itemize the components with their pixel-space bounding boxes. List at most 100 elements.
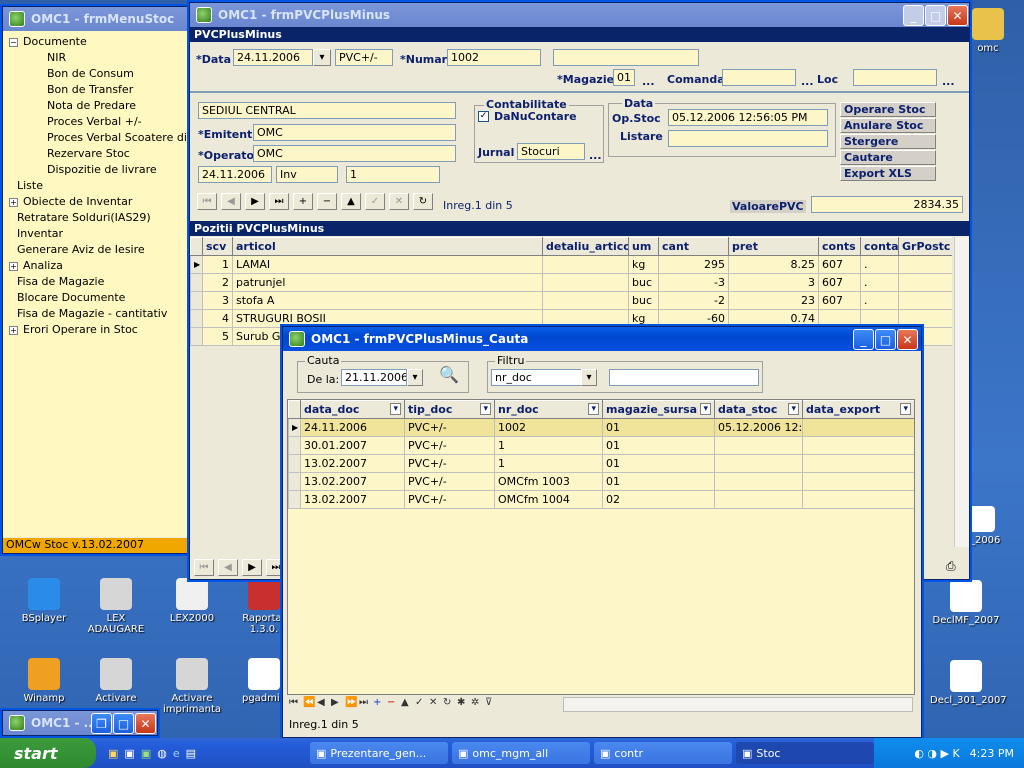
comanda-ellipsis[interactable]: ... <box>801 75 814 88</box>
table-cell[interactable]: STRUGURI BOSII <box>232 309 543 328</box>
close-button[interactable]: ✕ <box>135 713 156 734</box>
network-icon[interactable]: ◍ <box>157 747 167 760</box>
tree-item[interactable]: Bon de Consum <box>3 66 187 82</box>
restore-button[interactable]: ❐ <box>91 713 112 734</box>
row-selector[interactable] <box>288 454 301 473</box>
tree-item[interactable]: + Analiza <box>3 258 187 274</box>
desktop-icon[interactable]: ▤ <box>186 747 196 760</box>
tree-item[interactable]: Bon de Transfer <box>3 82 187 98</box>
maximize-button[interactable]: □ <box>113 713 134 734</box>
nav-button[interactable]: ▶ <box>242 559 262 576</box>
taskbar-item[interactable]: ▣ Prezentare_gen... <box>310 742 448 764</box>
row-selector[interactable] <box>190 327 203 346</box>
op-button[interactable]: Operare Stoc <box>840 102 936 117</box>
table-cell[interactable] <box>714 472 803 491</box>
table-cell[interactable]: 5 <box>202 327 233 346</box>
table-cell[interactable]: 01 <box>602 418 715 437</box>
table-cell[interactable] <box>802 436 914 455</box>
emitent-field[interactable]: OMC <box>253 124 456 141</box>
row-selector[interactable] <box>190 273 203 292</box>
maximize-button[interactable]: □ <box>875 329 896 350</box>
row-selector[interactable] <box>190 291 203 310</box>
table-cell[interactable]: PVC+/- <box>404 490 495 509</box>
opstoc-field[interactable]: 05.12.2006 12:56:05 PM <box>668 109 828 126</box>
nav-button[interactable]: ▶ <box>245 193 265 210</box>
table-cell[interactable]: 24.11.2006 <box>300 418 405 437</box>
desktop-icon-decl301[interactable]: Decl_301_2007 <box>930 660 1007 706</box>
dropdown-icon[interactable]: ▾ <box>588 403 599 415</box>
table-cell[interactable]: -60 <box>658 309 729 328</box>
grid-scrollbar[interactable] <box>954 237 969 547</box>
table-cell[interactable]: kg <box>628 309 659 328</box>
nav-button[interactable]: ⊽ <box>485 697 492 708</box>
nav-button[interactable]: ⏭ <box>359 697 368 708</box>
nav-button[interactable]: − <box>317 193 337 210</box>
tree-item[interactable]: Nota de Predare <box>3 98 187 114</box>
nav-button[interactable]: ⏪ <box>303 697 315 708</box>
table-cell[interactable]: PVC+/- <box>404 418 495 437</box>
tree-item[interactable]: Liste <box>3 178 187 194</box>
column-header[interactable]: data_doc ▾ <box>300 400 405 419</box>
close-button[interactable]: ✕ <box>897 329 918 350</box>
table-cell[interactable] <box>714 436 803 455</box>
expand-icon[interactable]: + <box>9 326 18 335</box>
close-button[interactable]: ✕ <box>947 5 968 26</box>
row-selector[interactable] <box>288 490 301 509</box>
table-cell[interactable]: 02 <box>602 490 715 509</box>
minimized-window[interactable]: OMC1 - ... ❐ □ ✕ <box>2 710 158 736</box>
table-row[interactable]: 2 patrunjel buc -3 3 607. <box>190 273 952 292</box>
table-cell[interactable]: OMCfm 1004 <box>494 490 603 509</box>
desktop-icon[interactable]: Activare <box>80 658 152 704</box>
app-icon[interactable]: ▣ <box>141 747 151 760</box>
table-cell[interactable] <box>818 309 861 328</box>
table-cell[interactable] <box>714 454 803 473</box>
minimize-button[interactable]: _ <box>853 329 874 350</box>
magazie-field[interactable]: 01 <box>613 69 635 86</box>
table-cell[interactable] <box>802 490 914 509</box>
table-cell[interactable]: 1002 <box>494 418 603 437</box>
column-header[interactable]: pret <box>728 237 819 256</box>
listare-field[interactable] <box>668 130 828 147</box>
nav-button[interactable]: ✓ <box>415 697 423 708</box>
nav-button[interactable]: ▶ <box>331 697 339 708</box>
magazie-ellipsis[interactable]: ... <box>642 75 655 88</box>
tree-item[interactable]: Inventar <box>3 226 187 242</box>
column-header[interactable]: detaliu_articol <box>542 237 629 256</box>
table-cell[interactable]: 4 <box>202 309 233 328</box>
tree-item[interactable]: Proces Verbal Scoatere din U <box>3 130 205 146</box>
table-cell[interactable]: buc <box>628 273 659 292</box>
table-cell[interactable]: 2 <box>202 273 233 292</box>
desktop-icon[interactable]: Activare imprimanta <box>156 658 228 715</box>
tray-icons[interactable]: ◐ ◑ ▶ K <box>914 747 959 760</box>
tree-item[interactable]: Fisa de Magazie - cantitativ <box>3 306 187 322</box>
dropdown-icon[interactable]: ▾ <box>788 403 799 415</box>
nav-button[interactable]: ▲ <box>341 193 361 210</box>
table-cell[interactable] <box>898 291 952 310</box>
table-row[interactable]: 13.02.2007 PVC+/- OMCfm 1004 02 <box>288 490 914 509</box>
table-cell[interactable]: . <box>860 255 899 274</box>
table-cell[interactable]: buc <box>628 291 659 310</box>
start-button[interactable]: start <box>0 738 96 768</box>
loc-ellipsis[interactable]: ... <box>942 75 955 88</box>
table-cell[interactable] <box>802 454 914 473</box>
search-icon[interactable]: 🔍 <box>439 365 459 384</box>
operator-field[interactable]: OMC <box>253 145 456 162</box>
collapse-icon[interactable]: − <box>9 38 18 47</box>
table-row[interactable]: 3 stofa A buc -2 23 607. <box>190 291 952 310</box>
table-cell[interactable]: 3 <box>728 273 819 292</box>
tree-item[interactable]: + Obiecte de Inventar <box>3 194 187 210</box>
horizontal-scrollbar[interactable] <box>563 697 913 712</box>
table-cell[interactable]: 13.02.2007 <box>300 472 405 491</box>
table-cell[interactable]: 607 <box>818 273 861 292</box>
tree-item[interactable]: Rezervare Stoc <box>3 146 187 162</box>
nav-button[interactable]: + <box>373 697 381 708</box>
minimize-button[interactable]: _ <box>903 5 924 26</box>
dropdown-icon[interactable]: ▾ <box>700 403 711 415</box>
table-cell[interactable]: 3 <box>202 291 233 310</box>
taskbar-item[interactable]: ▣ Stoc <box>736 742 874 764</box>
nav-button[interactable]: ↻ <box>443 697 451 708</box>
tree-item[interactable]: − Documente <box>3 34 187 50</box>
column-header[interactable]: scv <box>202 237 233 256</box>
table-cell[interactable]: 01 <box>602 472 715 491</box>
comanda-field[interactable] <box>722 69 796 86</box>
